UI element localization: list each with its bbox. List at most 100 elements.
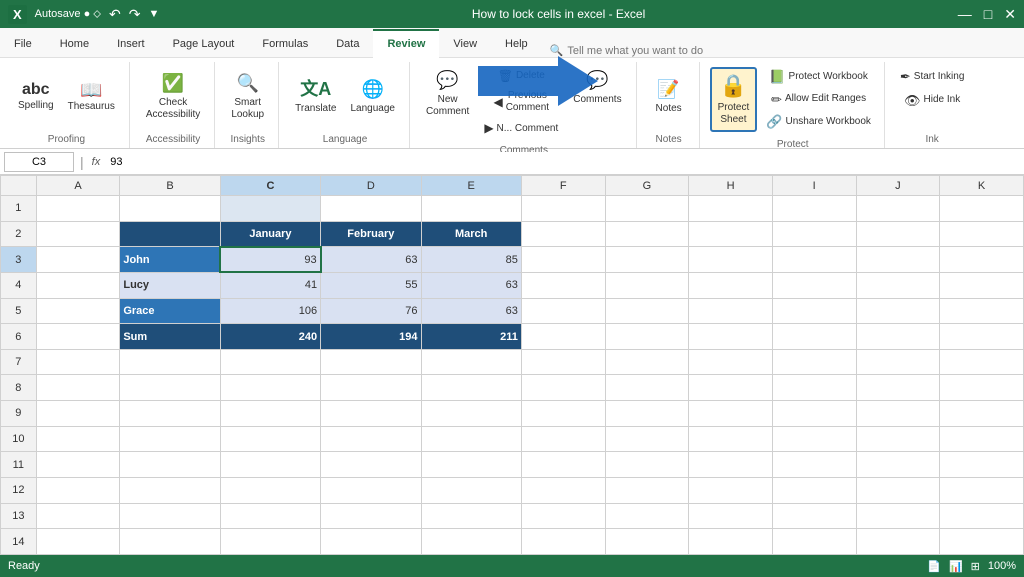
tab-help[interactable]: Help: [491, 28, 542, 57]
cell-k6[interactable]: [940, 324, 1024, 350]
cell-a5[interactable]: [36, 298, 120, 324]
cell-k2[interactable]: [940, 221, 1024, 247]
cell-g2[interactable]: [605, 221, 689, 247]
cell-f5[interactable]: [521, 298, 605, 324]
previous-comment-button[interactable]: ◀ PreviousComment: [479, 87, 563, 117]
cell-h5[interactable]: [689, 298, 773, 324]
tab-file[interactable]: File: [0, 28, 46, 57]
normal-view-icon[interactable]: 📄: [927, 560, 941, 573]
protect-sheet-button[interactable]: 🔒 ProtectSheet: [710, 67, 758, 131]
cell-d6[interactable]: 194: [321, 324, 421, 350]
page-layout-icon[interactable]: 📊: [949, 560, 963, 573]
cell-h4[interactable]: [689, 272, 773, 298]
cell-i5[interactable]: [772, 298, 856, 324]
cell-i6[interactable]: [772, 324, 856, 350]
cell-h1[interactable]: [689, 196, 773, 222]
cell-g1[interactable]: [605, 196, 689, 222]
cell-f2[interactable]: [521, 221, 605, 247]
cell-f6[interactable]: [521, 324, 605, 350]
cell-b1[interactable]: [120, 196, 220, 222]
cell-b4[interactable]: Lucy: [120, 272, 220, 298]
hide-ink-button[interactable]: 👁 Hide Ink: [899, 90, 965, 112]
cell-j4[interactable]: [856, 272, 940, 298]
cell-a4[interactable]: [36, 272, 120, 298]
translate-button[interactable]: 文A Translate: [289, 75, 342, 119]
cell-d2[interactable]: February: [321, 221, 421, 247]
new-comment-button[interactable]: 💬 NewComment: [420, 66, 475, 122]
name-box[interactable]: [4, 152, 74, 172]
cell-i4[interactable]: [772, 272, 856, 298]
smart-lookup-button[interactable]: 🔍 SmartLookup: [225, 69, 270, 125]
next-comment-button[interactable]: ▶ N... Comment: [479, 118, 563, 138]
cell-e1[interactable]: [421, 196, 521, 222]
cell-c2[interactable]: January: [220, 221, 320, 247]
cell-h3[interactable]: [689, 247, 773, 273]
cell-i1[interactable]: [772, 196, 856, 222]
cell-f1[interactable]: [521, 196, 605, 222]
cell-c5[interactable]: 106: [220, 298, 320, 324]
col-header-d[interactable]: D: [321, 176, 421, 196]
col-header-f[interactable]: F: [521, 176, 605, 196]
delete-comment-button[interactable]: 🗑 Delete: [479, 66, 563, 86]
tab-insert[interactable]: Insert: [103, 28, 159, 57]
cell-g5[interactable]: [605, 298, 689, 324]
col-header-b[interactable]: B: [120, 176, 220, 196]
cell-i3[interactable]: [772, 247, 856, 273]
tab-page-layout[interactable]: Page Layout: [159, 28, 249, 57]
cell-j6[interactable]: [856, 324, 940, 350]
maximize-button[interactable]: □: [984, 6, 992, 23]
cell-f4[interactable]: [521, 272, 605, 298]
allow-edit-ranges-button[interactable]: ✏ Allow Edit Ranges: [761, 89, 876, 111]
tab-review[interactable]: Review: [373, 29, 439, 58]
col-header-a[interactable]: A: [36, 176, 120, 196]
cell-d4[interactable]: 55: [321, 272, 421, 298]
cell-k3[interactable]: [940, 247, 1024, 273]
col-header-c[interactable]: C: [220, 176, 320, 196]
cell-h6[interactable]: [689, 324, 773, 350]
customize-icon[interactable]: ▼: [148, 8, 159, 20]
page-break-icon[interactable]: ⊞: [971, 560, 980, 573]
cell-b5[interactable]: Grace: [120, 298, 220, 324]
cell-d3[interactable]: 63: [321, 247, 421, 273]
redo-icon[interactable]: ↷: [129, 6, 141, 23]
cell-e2[interactable]: March: [421, 221, 521, 247]
cell-a3[interactable]: [36, 247, 120, 273]
cell-e3[interactable]: 85: [421, 247, 521, 273]
spelling-button[interactable]: abc Spelling: [12, 78, 60, 116]
unshare-workbook-button[interactable]: 🔗 Unshare Workbook: [761, 111, 876, 133]
cell-b3[interactable]: John: [120, 247, 220, 273]
cell-g6[interactable]: [605, 324, 689, 350]
cell-d5[interactable]: 76: [321, 298, 421, 324]
col-header-g[interactable]: G: [605, 176, 689, 196]
tab-data[interactable]: Data: [322, 28, 373, 57]
col-header-i[interactable]: I: [772, 176, 856, 196]
check-accessibility-button[interactable]: ✅ CheckAccessibility: [140, 69, 206, 125]
cell-g3[interactable]: [605, 247, 689, 273]
formula-input[interactable]: [106, 152, 1020, 172]
language-button[interactable]: 🌐 Language: [344, 75, 401, 119]
undo-icon[interactable]: ↶: [109, 6, 121, 23]
cell-i2[interactable]: [772, 221, 856, 247]
col-header-j[interactable]: J: [856, 176, 940, 196]
cell-c4[interactable]: 41: [220, 272, 320, 298]
tab-home[interactable]: Home: [46, 28, 103, 57]
cell-a1[interactable]: [36, 196, 120, 222]
cell-e4[interactable]: 63: [421, 272, 521, 298]
col-header-k[interactable]: K: [940, 176, 1024, 196]
tab-view[interactable]: View: [439, 28, 491, 57]
cell-c6[interactable]: 240: [220, 324, 320, 350]
show-comments-button[interactable]: 💬 Comments: [567, 66, 627, 110]
cell-j2[interactable]: [856, 221, 940, 247]
cell-c1[interactable]: [220, 196, 320, 222]
cell-e5[interactable]: 63: [421, 298, 521, 324]
start-inking-button[interactable]: ✒ Start Inking: [895, 66, 970, 88]
cell-a6[interactable]: [36, 324, 120, 350]
cell-k1[interactable]: [940, 196, 1024, 222]
search-input[interactable]: [567, 45, 767, 57]
cell-g4[interactable]: [605, 272, 689, 298]
thesaurus-button[interactable]: 📖 Thesaurus: [62, 77, 121, 117]
protect-workbook-button[interactable]: 📗 Protect Workbook: [761, 66, 876, 88]
cell-j5[interactable]: [856, 298, 940, 324]
col-header-e[interactable]: E: [421, 176, 521, 196]
close-button[interactable]: ✕: [1004, 6, 1016, 23]
